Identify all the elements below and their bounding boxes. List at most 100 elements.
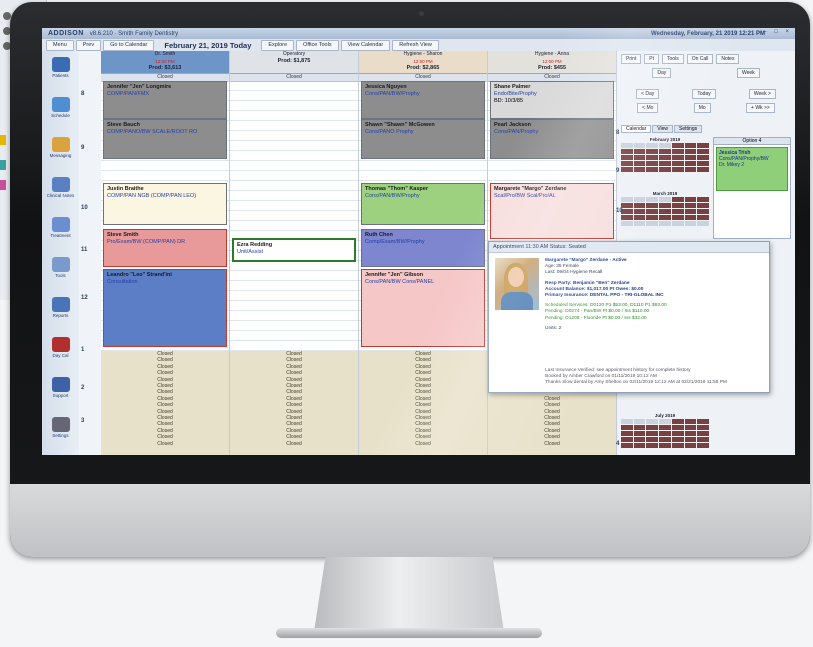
menu-button[interactable]: Menu (46, 39, 74, 51)
sidebar-item-schedule[interactable]: Schedule (45, 97, 76, 118)
current-datetime: Wednesday, February, 21 2019 12:21 PM (650, 30, 765, 37)
procedure-codes: Cons/PAN/BW Cons/PANEL (365, 279, 435, 285)
tab-calendar[interactable]: Calendar (621, 125, 652, 133)
next-week-button[interactable]: Week > (748, 89, 776, 99)
provider-name: Dr. Smith (154, 51, 176, 57)
option-appointment[interactable]: Jessica Trish Cons/PAN/Prophy/BW Dr. Mik… (716, 147, 788, 191)
appointment-block[interactable]: Jennifer "Jen" Longmire COMP/PAN/FMX (103, 81, 227, 119)
appointment-block[interactable]: Steve Smith Pro/Exam/BW (COMP/PAN) DR (103, 229, 227, 267)
notes-button[interactable]: Notes (716, 54, 740, 64)
right-tabs: Calendar View Settings (621, 125, 703, 133)
procedure-codes: Pro/Exam/BW (COMP/PAN) DR (107, 239, 186, 245)
time-label: 9 (616, 168, 620, 174)
procedure-codes: COMP/PANO/BW SCALE/ROOT RO (107, 129, 198, 135)
appointment-block[interactable]: Pearl Jackson Cons/PAN/Prophy (490, 119, 614, 159)
explore-button[interactable]: Explore (261, 39, 295, 51)
mini-calendar[interactable]: July 2019 (621, 413, 709, 448)
sidebar-item-patients[interactable]: Patients (45, 57, 76, 78)
office-tools-button[interactable]: Office Tools (296, 39, 339, 51)
appointment-block[interactable]: Shawn "Shawn" McGowen Cons/PANO Prophy (361, 119, 485, 159)
current-date-label[interactable]: February 21, 2019 Today (156, 41, 259, 50)
sidebar-item-label: Clinical Notes (46, 193, 75, 198)
tab-view[interactable]: View (652, 125, 674, 133)
appointment-block[interactable]: Margarete "Margo" Zerdane Scal/Pro/BW Sca… (490, 183, 614, 239)
prev-day-button[interactable]: < Day (636, 89, 660, 99)
sidebar-item-tools[interactable]: Tools (45, 257, 76, 278)
sidebar-item-label: Patients (52, 73, 69, 78)
procedure-codes: Scal/Pro/BW Scal/Pro/AL (494, 193, 556, 199)
settings-icon (51, 417, 70, 432)
cal-year: 2019 (667, 191, 678, 196)
reports-icon (51, 297, 70, 312)
procedure-codes: COMP/PAN/FMX (107, 91, 150, 97)
provider-column[interactable]: Operatory Prod: $1,875 Closed Ezra Redding U… (230, 51, 359, 455)
sidebar-item-day-cal[interactable]: Day Cal (45, 337, 76, 358)
sidebar-item-clinical-notes[interactable]: Clinical Notes (45, 177, 76, 198)
pt-button[interactable]: Pt (644, 54, 660, 64)
appointment-block[interactable]: Ruth Chen Comp/Exam/BW/Prophy (361, 229, 485, 267)
prev-button[interactable]: Prev (75, 39, 102, 51)
provider-time: 12:00 PM (542, 59, 562, 64)
app-logo: ADDISON (48, 30, 84, 37)
patient-name: Thomas "Thom" Kasper (365, 186, 428, 192)
appointment-block[interactable]: Justin Braithe COMP/PAN NGB (COMP/PAN LEO… (103, 183, 227, 225)
tooltip-header: Appointment 11:30 AM Status: Seated (489, 242, 769, 253)
tab-settings[interactable]: Settings (674, 125, 703, 133)
time-label: 4 (616, 441, 620, 447)
appointment-block[interactable]: Jennifer "Jen" Gibson Cons/PAN/BW Cons/PA… (361, 269, 485, 347)
appointment-block[interactable]: Shane Palmer Endo/Bite/Prophy BD: 10/3/85 (490, 81, 614, 119)
on-call-button[interactable]: On Call (686, 54, 714, 64)
sidebar-item-settings[interactable]: Settings (45, 417, 76, 438)
sidebar-item-reports[interactable]: Reports (45, 297, 76, 318)
sidebar-item-messaging[interactable]: Messaging (45, 137, 76, 158)
app-window: ADDISON v8.6.210 · Smith Family Dentistr… (42, 28, 795, 455)
sidebar-item-label: Support (52, 393, 69, 398)
prev-month-button[interactable]: < Mo (637, 103, 659, 113)
provider-column[interactable]: Hygiene - Sharon 12:00 PM Prod: $2,865 Clos… (359, 51, 488, 455)
cal-year: 2019 (665, 413, 676, 418)
today-button[interactable]: Today (692, 89, 716, 99)
monitor-stand (314, 557, 504, 632)
appointment-block[interactable]: Leandro "Leo" Strand'ini Consultation (103, 269, 227, 347)
patients-icon (51, 57, 70, 72)
time-label: 10 (616, 208, 623, 214)
sidebar-item-label: Messaging (49, 153, 72, 158)
column-header[interactable]: Operatory Prod: $1,875 (230, 51, 358, 74)
daycal-icon (51, 337, 70, 352)
mini-calendar[interactable]: February 2019 (621, 137, 709, 172)
column-header[interactable]: Dr. Smith 12:00 PM Prod: $3,613 (101, 51, 229, 74)
window-controls[interactable]: – □ × (763, 29, 792, 35)
day-view-button[interactable]: Day (652, 68, 672, 78)
mini-calendar[interactable]: March 2019 (621, 191, 709, 226)
time-label: 11 (81, 247, 88, 253)
tooltip-footer: Last Insurance Verified: see appointment… (545, 368, 763, 386)
view-calendar-button[interactable]: View Calendar (340, 39, 391, 51)
column-header[interactable]: Hygiene - Sharon 12:00 PM Prod: $2,865 (359, 51, 487, 74)
nav-row-2: < Mo Mo + Wk >> (621, 103, 791, 113)
cal-year: 2019 (670, 137, 681, 142)
patient-name: Margarete "Margo" Zerdane (494, 186, 567, 192)
patient-detail-line: Units: 2 (545, 325, 562, 331)
appointment-block[interactable]: Ezra Redding Unit/Assist (232, 238, 356, 262)
appointment-block[interactable]: Steve Bauch COMP/PANO/BW SCALE/ROOT RO (103, 119, 227, 159)
title-bar: ADDISON v8.6.210 · Smith Family Dentistr… (42, 28, 795, 39)
appointment-block[interactable]: Thomas "Thom" Kasper Cons/PAN/BW/Prophy (361, 183, 485, 225)
treatment-icon (51, 217, 70, 232)
go-to-calendar-button[interactable]: Go to Calendar (103, 39, 155, 51)
patient-name: Ezra Redding (237, 242, 273, 248)
sidebar-item-support[interactable]: Support (45, 377, 76, 398)
tools-button[interactable]: Tools (662, 54, 684, 64)
month-button[interactable]: Mo (693, 103, 711, 113)
next-month-button[interactable]: + Wk >> (746, 103, 775, 113)
patient-detail-line: Last: 09/04 Hygiene Recall (545, 270, 603, 276)
time-label: 2 (81, 385, 85, 391)
column-header[interactable]: Hygiene - Anna 12:00 PM Prod: $455 (488, 51, 616, 74)
sidebar-item-treatment[interactable]: Treatment (45, 217, 76, 238)
week-view-button[interactable]: Week (736, 68, 760, 78)
sidebar-item-label: Treatment (50, 233, 71, 238)
appointment-block[interactable]: Jessica Nguyen Cons/PAN/BW/Prophy (361, 81, 485, 119)
production-total: Prod: $455 (537, 65, 567, 71)
print-button[interactable]: Print (621, 54, 642, 64)
refresh-view-button[interactable]: Refresh View (392, 39, 439, 51)
provider-column[interactable]: Dr. Smith 12:00 PM Prod: $3,613 Closed Jenni… (101, 51, 230, 455)
